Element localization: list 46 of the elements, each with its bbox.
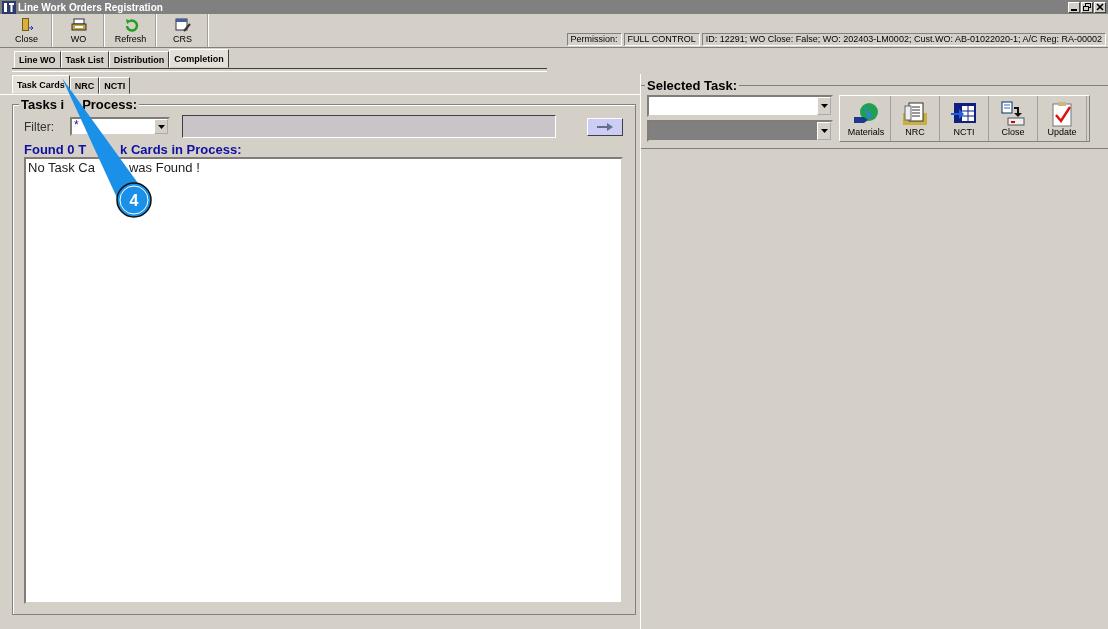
found-count-label: k Cards in Process: <box>120 142 242 157</box>
permission-label: Permission: <box>566 33 622 46</box>
close-icon <box>1096 3 1104 11</box>
toolbar-button[interactable]: Refresh <box>106 14 156 47</box>
group-title: Tasks i <box>21 97 65 112</box>
group-title: Process: <box>82 97 138 112</box>
restore-icon <box>1083 3 1091 11</box>
tab[interactable]: Task Cards <box>12 75 70 94</box>
form-icon <box>174 17 191 33</box>
tab[interactable]: NRC <box>69 77 100 94</box>
empty-message: was Found ! <box>128 160 200 175</box>
toolbar-button[interactable]: WO <box>54 14 104 47</box>
toolbar-button[interactable]: CRS <box>158 14 208 47</box>
restore-button[interactable] <box>1081 1 1093 13</box>
permission-value: FULL CONTROL <box>623 33 700 46</box>
status-dropdown[interactable] <box>647 120 833 142</box>
action-button[interactable]: Update <box>1038 96 1087 141</box>
found-count-label: Found 0 T <box>24 142 87 157</box>
task-dropdown[interactable] <box>647 95 833 117</box>
app-icon <box>2 0 16 14</box>
filter-label: Filter: <box>24 119 55 134</box>
tab[interactable]: Completion <box>169 49 229 68</box>
empty-message: No Task Ca <box>28 160 95 175</box>
folder-icon <box>901 100 929 127</box>
work-order-info: ID: 12291; WO Close: False; WO: 202403-LM0002; Cust.WO: AB-01022020-1; A/C Reg: RA-00002 <box>701 33 1106 46</box>
dropdown-arrow-icon <box>820 129 828 133</box>
arrow-icon <box>597 122 613 131</box>
toolbar-button[interactable]: Close <box>2 14 52 47</box>
action-button[interactable]: NCTI <box>940 96 989 141</box>
tab[interactable]: Distribution <box>108 51 170 68</box>
tab[interactable]: Line WO <box>14 51 61 68</box>
close-button[interactable] <box>1094 1 1106 13</box>
dropdown-arrow-icon <box>820 104 828 108</box>
tab[interactable]: Task List <box>60 51 109 68</box>
dropdown-arrow-icon <box>157 124 165 129</box>
window-title: Line Work Orders Registration <box>18 1 164 13</box>
go-button[interactable] <box>587 117 623 136</box>
action-button[interactable]: NRC <box>891 96 940 141</box>
action-button[interactable]: Close <box>989 96 1038 141</box>
document-icon <box>999 100 1027 127</box>
minimize-button[interactable] <box>1068 1 1080 13</box>
action-button[interactable]: Materials <box>842 96 891 141</box>
printer-icon <box>70 17 87 33</box>
filter-text-field[interactable] <box>182 115 556 138</box>
tab[interactable]: NCTI <box>99 77 131 94</box>
group-title: Selected Task: <box>645 78 740 93</box>
